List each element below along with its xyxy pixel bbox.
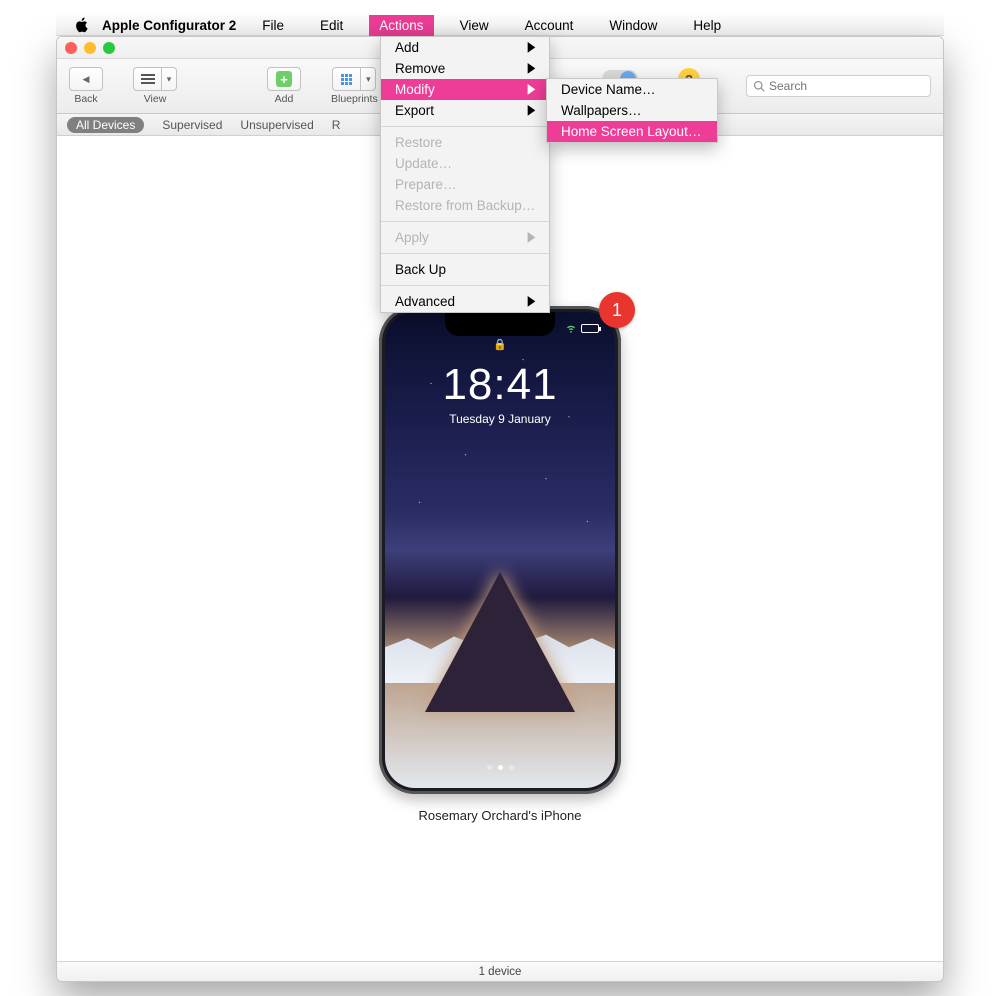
lockscreen-clock: 18:41 Tuesday 9 January (385, 360, 615, 426)
menu-add[interactable]: Add▶ (381, 37, 549, 58)
submenu-arrow-icon: ▶ (528, 40, 536, 55)
menu-update: Update… (381, 153, 549, 174)
add-button[interactable]: + (267, 67, 301, 91)
submenu-arrow-icon: ▶ (528, 230, 536, 245)
view-dropdown-button[interactable]: ▾ (161, 67, 177, 91)
menu-remove[interactable]: Remove▶ (381, 58, 549, 79)
submenu-arrow-icon: ▶ (528, 82, 536, 97)
search-field[interactable] (746, 75, 931, 97)
list-icon (141, 73, 155, 85)
device-count: 1 device (479, 966, 522, 978)
blueprints-button[interactable] (332, 67, 360, 91)
page-indicator (385, 765, 615, 770)
menu-file[interactable]: File (252, 15, 294, 36)
menu-window[interactable]: Window (599, 15, 667, 36)
chevron-down-icon: ▾ (366, 74, 371, 85)
menu-prepare: Prepare… (381, 174, 549, 195)
submenu-wallpapers[interactable]: Wallpapers… (547, 100, 717, 121)
device-label: Rosemary Orchard's iPhone (419, 808, 582, 823)
close-button[interactable] (65, 42, 77, 54)
menu-export[interactable]: Export▶ (381, 100, 549, 121)
menu-separator (381, 126, 549, 127)
toolbar-add-group: + Add (267, 67, 301, 105)
blueprints-label: Blueprints (331, 93, 378, 105)
device-thumbnail: 🔒 18:41 Tuesday 9 January (379, 306, 621, 794)
filter-unsupervised[interactable]: Unsupervised (240, 118, 313, 132)
submenu-arrow-icon: ▶ (528, 61, 536, 76)
submenu-home-screen-layout[interactable]: Home Screen Layout… (547, 121, 717, 142)
view-mode-button[interactable] (133, 67, 161, 91)
apple-logo-icon (74, 17, 88, 33)
battery-icon (581, 324, 599, 333)
chevron-down-icon: ▾ (167, 74, 172, 85)
chevron-left-icon: ◀ (83, 74, 90, 85)
menu-modify[interactable]: Modify▶ (381, 79, 549, 100)
toolbar-blueprints-group: ▾ Blueprints (331, 67, 378, 105)
search-icon (753, 80, 765, 92)
modify-submenu: Device Name… Wallpapers… Home Screen Lay… (546, 78, 718, 143)
add-label: Add (275, 93, 294, 105)
menu-account[interactable]: Account (515, 15, 584, 36)
menu-apply: Apply▶ (381, 227, 549, 248)
submenu-arrow-icon: ▶ (528, 103, 536, 118)
menu-actions[interactable]: Actions (369, 15, 433, 36)
menu-view[interactable]: View (450, 15, 499, 36)
blueprints-dropdown-button[interactable]: ▾ (360, 67, 376, 91)
zoom-button[interactable] (103, 42, 115, 54)
notification-badge: 1 (599, 292, 635, 328)
menu-backup[interactable]: Back Up (381, 259, 549, 280)
back-button[interactable]: ◀ (69, 67, 103, 91)
device-item[interactable]: 🔒 18:41 Tuesday 9 January (379, 306, 621, 823)
status-bar: 1 device (57, 961, 943, 981)
mac-menubar: Apple Configurator 2 File Edit Actions V… (56, 14, 944, 36)
menu-separator (381, 221, 549, 222)
device-notch (445, 312, 555, 336)
toolbar-back-group: ◀ Back (69, 67, 103, 105)
menu-help[interactable]: Help (683, 15, 731, 36)
lock-icon: 🔒 (493, 338, 507, 351)
menu-separator (381, 285, 549, 286)
menu-edit[interactable]: Edit (310, 15, 353, 36)
grid-icon (341, 74, 352, 85)
device-date: Tuesday 9 January (385, 412, 615, 426)
plus-icon: + (276, 71, 292, 87)
submenu-arrow-icon: ▶ (528, 294, 536, 309)
minimize-button[interactable] (84, 42, 96, 54)
search-input[interactable] (769, 79, 924, 93)
wifi-icon (565, 322, 577, 334)
filter-recovery[interactable]: R (332, 118, 341, 132)
traffic-lights (65, 42, 115, 54)
filter-supervised[interactable]: Supervised (162, 118, 222, 132)
menu-restore: Restore (381, 132, 549, 153)
menu-separator (381, 253, 549, 254)
device-time: 18:41 (385, 360, 615, 410)
menu-restore-backup: Restore from Backup… (381, 195, 549, 216)
actions-dropdown: Add▶ Remove▶ Modify▶ Export▶ Restore Upd… (380, 36, 550, 313)
menu-advanced[interactable]: Advanced▶ (381, 291, 549, 312)
filter-all-devices[interactable]: All Devices (67, 117, 144, 133)
submenu-device-name[interactable]: Device Name… (547, 79, 717, 100)
back-label: Back (74, 93, 97, 105)
view-label: View (144, 93, 167, 105)
app-title: Apple Configurator 2 (102, 18, 236, 33)
toolbar-view-group: ▾ View (133, 67, 177, 105)
